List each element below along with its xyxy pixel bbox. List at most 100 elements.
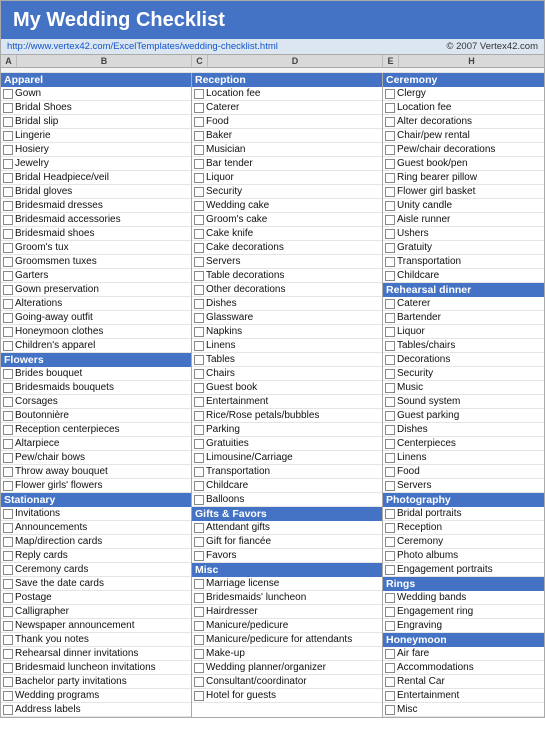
list-item[interactable]: Make-up <box>192 647 382 661</box>
list-item[interactable]: Reception centerpieces <box>1 423 191 437</box>
list-item[interactable]: Photo albums <box>383 549 544 563</box>
list-item[interactable]: Engraving <box>383 619 544 633</box>
list-item[interactable]: Bridesmaid accessories <box>1 213 191 227</box>
list-item[interactable]: Childcare <box>192 479 382 493</box>
list-item[interactable]: Other decorations <box>192 283 382 297</box>
list-item[interactable]: Hosiery <box>1 143 191 157</box>
list-item[interactable]: Parking <box>192 423 382 437</box>
list-item[interactable]: Guest book/pen <box>383 157 544 171</box>
list-item[interactable]: Attendant gifts <box>192 521 382 535</box>
list-item[interactable]: Bar tender <box>192 157 382 171</box>
list-item[interactable]: Calligrapher <box>1 605 191 619</box>
list-item[interactable]: Rice/Rose petals/bubbles <box>192 409 382 423</box>
list-item[interactable]: Chair/pew rental <box>383 129 544 143</box>
list-item[interactable]: Rental Car <box>383 675 544 689</box>
list-item[interactable]: Wedding bands <box>383 591 544 605</box>
list-item[interactable]: Liquor <box>383 325 544 339</box>
list-item[interactable]: Tables <box>192 353 382 367</box>
list-item[interactable]: Going-away outfit <box>1 311 191 325</box>
list-item[interactable]: Sound system <box>383 395 544 409</box>
list-item[interactable]: Hairdresser <box>192 605 382 619</box>
list-item[interactable]: Groomsmen tuxes <box>1 255 191 269</box>
list-item[interactable]: Alterations <box>1 297 191 311</box>
list-item[interactable]: Map/direction cards <box>1 535 191 549</box>
list-item[interactable]: Bartender <box>383 311 544 325</box>
list-item[interactable]: Gift for fiancée <box>192 535 382 549</box>
list-item[interactable]: Servers <box>192 255 382 269</box>
list-item[interactable]: Security <box>192 185 382 199</box>
list-item[interactable]: Reception <box>383 521 544 535</box>
list-item[interactable]: Reply cards <box>1 549 191 563</box>
list-item[interactable]: Engagement ring <box>383 605 544 619</box>
list-item[interactable]: Address labels <box>1 703 191 717</box>
list-item[interactable]: Music <box>383 381 544 395</box>
list-item[interactable]: Security <box>383 367 544 381</box>
list-item[interactable]: Childcare <box>383 269 544 283</box>
list-item[interactable]: Location fee <box>383 101 544 115</box>
list-item[interactable]: Food <box>383 465 544 479</box>
list-item[interactable]: Dishes <box>383 423 544 437</box>
list-item[interactable]: Table decorations <box>192 269 382 283</box>
list-item[interactable]: Corsages <box>1 395 191 409</box>
list-item[interactable]: Thank you notes <box>1 633 191 647</box>
list-item[interactable]: Aisle runner <box>383 213 544 227</box>
list-item[interactable]: Bridal slip <box>1 115 191 129</box>
list-item[interactable]: Baker <box>192 129 382 143</box>
list-item[interactable]: Centerpieces <box>383 437 544 451</box>
list-item[interactable]: Balloons <box>192 493 382 507</box>
list-item[interactable]: Alter decorations <box>383 115 544 129</box>
list-item[interactable]: Linens <box>192 339 382 353</box>
list-item[interactable]: Napkins <box>192 325 382 339</box>
list-item[interactable]: Engagement portraits <box>383 563 544 577</box>
list-item[interactable]: Ushers <box>383 227 544 241</box>
list-item[interactable]: Guest book <box>192 381 382 395</box>
list-item[interactable]: Save the date cards <box>1 577 191 591</box>
list-item[interactable]: Accommodations <box>383 661 544 675</box>
list-item[interactable]: Caterer <box>192 101 382 115</box>
list-item[interactable]: Location fee <box>192 87 382 101</box>
list-item[interactable]: Musician <box>192 143 382 157</box>
list-item[interactable]: Ceremony cards <box>1 563 191 577</box>
list-item[interactable]: Gratuity <box>383 241 544 255</box>
list-item[interactable]: Dishes <box>192 297 382 311</box>
list-item[interactable]: Newspaper announcement <box>1 619 191 633</box>
list-item[interactable]: Hotel for guests <box>192 689 382 703</box>
list-item[interactable]: Caterer <box>383 297 544 311</box>
list-item[interactable]: Linens <box>383 451 544 465</box>
list-item[interactable]: Children's apparel <box>1 339 191 353</box>
list-item[interactable]: Throw away bouquet <box>1 465 191 479</box>
list-item[interactable]: Marriage license <box>192 577 382 591</box>
list-item[interactable]: Transportation <box>192 465 382 479</box>
list-item[interactable]: Groom's tux <box>1 241 191 255</box>
list-item[interactable]: Tables/chairs <box>383 339 544 353</box>
list-item[interactable]: Brides bouquet <box>1 367 191 381</box>
list-item[interactable]: Flower girls' flowers <box>1 479 191 493</box>
list-item[interactable]: Liquor <box>192 171 382 185</box>
list-item[interactable]: Wedding planner/organizer <box>192 661 382 675</box>
list-item[interactable]: Honeymoon clothes <box>1 325 191 339</box>
list-item[interactable]: Groom's cake <box>192 213 382 227</box>
list-item[interactable]: Bridal Shoes <box>1 101 191 115</box>
list-item[interactable]: Manicure/pedicure for attendants <box>192 633 382 647</box>
list-item[interactable]: Ring bearer pillow <box>383 171 544 185</box>
list-item[interactable]: Favors <box>192 549 382 563</box>
list-item[interactable]: Glassware <box>192 311 382 325</box>
list-item[interactable]: Consultant/coordinator <box>192 675 382 689</box>
list-item[interactable]: Entertainment <box>192 395 382 409</box>
list-item[interactable]: Rehearsal dinner invitations <box>1 647 191 661</box>
list-item[interactable]: Altarpiece <box>1 437 191 451</box>
template-link[interactable]: http://www.vertex42.com/ExcelTemplates/w… <box>7 41 278 52</box>
list-item[interactable]: Bridesmaid shoes <box>1 227 191 241</box>
list-item[interactable]: Bridal Headpiece/veil <box>1 171 191 185</box>
list-item[interactable]: Wedding programs <box>1 689 191 703</box>
list-item[interactable]: Bridal gloves <box>1 185 191 199</box>
list-item[interactable]: Bridesmaid dresses <box>1 199 191 213</box>
list-item[interactable]: Gratuities <box>192 437 382 451</box>
list-item[interactable]: Flower girl basket <box>383 185 544 199</box>
list-item[interactable]: Jewelry <box>1 157 191 171</box>
list-item[interactable]: Bridesmaid luncheon invitations <box>1 661 191 675</box>
list-item[interactable]: Ceremony <box>383 535 544 549</box>
list-item[interactable]: Pew/chair bows <box>1 451 191 465</box>
list-item[interactable]: Transportation <box>383 255 544 269</box>
list-item[interactable]: Decorations <box>383 353 544 367</box>
